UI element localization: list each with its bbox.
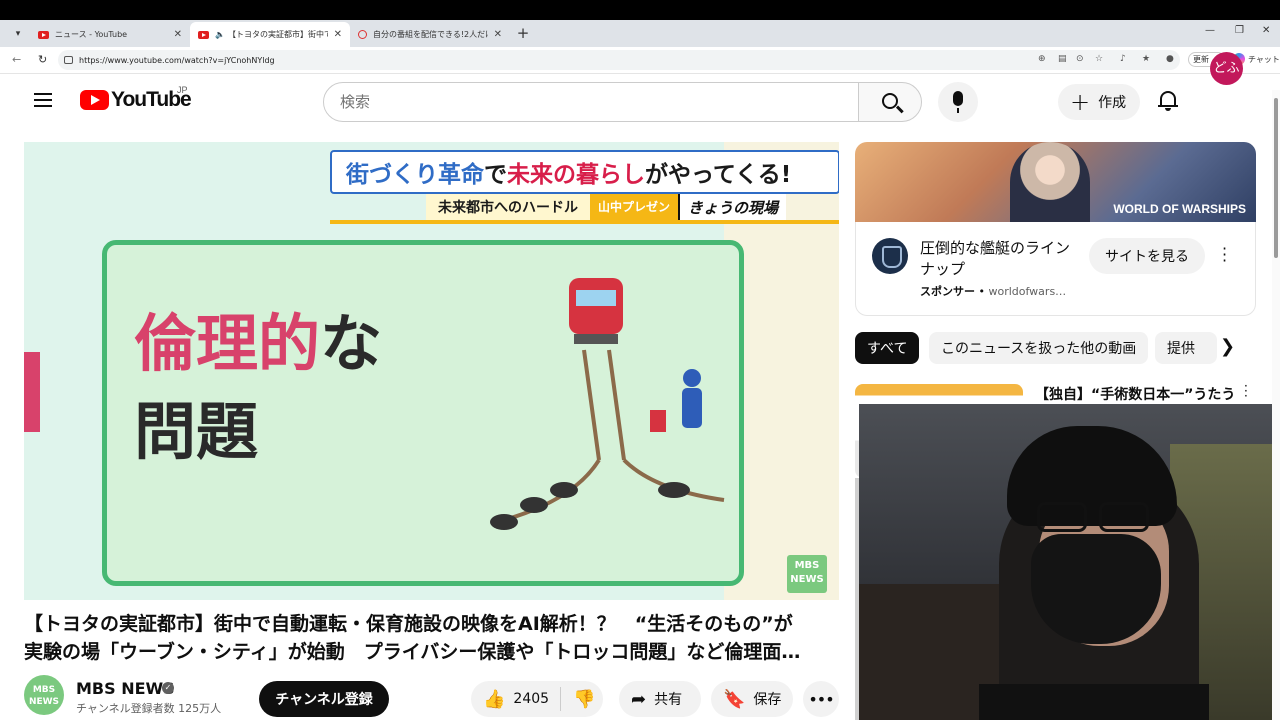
tab-broadcast[interactable]: 自分の番組を配信できる!2人だけでラ ✕ bbox=[350, 22, 510, 47]
like-button[interactable]: 👍 2405 bbox=[471, 687, 561, 711]
channel-avatar[interactable]: MBS NEWS bbox=[24, 675, 64, 715]
tab-strip: ▾ ニュース - YouTube ✕ 🔈 【トヨタの実証都市】街中で自動運 ✕ … bbox=[0, 20, 1280, 47]
ad-logo-icon[interactable] bbox=[872, 238, 908, 274]
trolley-illustration bbox=[490, 278, 725, 530]
favorites-icon[interactable]: ★ bbox=[1142, 54, 1150, 64]
chat-label: チャット bbox=[1248, 54, 1280, 64]
thumbs-down-icon: 👎 bbox=[573, 688, 596, 710]
tab-news[interactable]: ニュース - YouTube ✕ bbox=[30, 22, 190, 47]
translate-icon[interactable]: ⊕ bbox=[1038, 54, 1046, 64]
ad-brand-text: WORLD OF WARSHIPS bbox=[1113, 202, 1246, 216]
site-favicon-icon bbox=[358, 30, 367, 39]
bookmark-icon: 🔖 bbox=[723, 688, 746, 710]
thumbs-up-icon: 👍 bbox=[483, 688, 506, 710]
favorite-star-icon[interactable]: ☆ bbox=[1095, 54, 1103, 64]
new-tab-button[interactable]: + bbox=[514, 24, 532, 42]
tab-title: ニュース - YouTube bbox=[55, 30, 128, 39]
tab-title: 【トヨタの実証都市】街中で自動運 bbox=[227, 30, 328, 39]
scrollbar-thumb[interactable] bbox=[1274, 98, 1278, 258]
plus-icon: + bbox=[516, 24, 530, 42]
tab-list-button[interactable]: ▾ bbox=[7, 25, 29, 43]
avatar[interactable]: どふ bbox=[1210, 52, 1243, 85]
create-label: 作成 bbox=[1098, 95, 1127, 111]
close-icon[interactable]: ✕ bbox=[174, 29, 182, 40]
close-icon[interactable]: ✕ bbox=[334, 29, 342, 40]
like-dislike-group: 👍 2405 👎 bbox=[471, 681, 603, 717]
chevron-right-icon[interactable]: ❯ bbox=[1220, 336, 1235, 357]
more-actions-button[interactable]: ••• bbox=[803, 681, 839, 717]
filter-chips: すべて このニュースを扱った他の動画 提供 bbox=[855, 332, 1256, 364]
subscriber-count: チャンネル登録者数 125万人 bbox=[76, 702, 222, 715]
browser-window: ▾ ニュース - YouTube ✕ 🔈 【トヨタの実証都市】街中で自動運 ✕ … bbox=[0, 20, 1280, 720]
close-icon[interactable]: ✕ bbox=[494, 29, 502, 40]
youtube-play-icon bbox=[80, 90, 109, 110]
page-scrollbar[interactable] bbox=[1272, 90, 1280, 720]
save-label: 保存 bbox=[753, 692, 782, 708]
youtube-logo[interactable]: YouTube JP bbox=[80, 85, 192, 112]
chevron-down-icon: ▾ bbox=[15, 29, 21, 39]
youtube-favicon-icon bbox=[198, 30, 209, 39]
share-button[interactable]: ➦ 共有 bbox=[619, 681, 701, 717]
like-count: 2405 bbox=[513, 691, 550, 707]
recommended-title[interactable]: 【独自】“手術数日本一”うたう bbox=[1035, 384, 1235, 404]
plus-icon: + bbox=[1070, 88, 1091, 116]
share-arrow-icon: ➦ bbox=[631, 688, 647, 710]
lock-icon bbox=[64, 56, 73, 64]
voice-search-button[interactable] bbox=[938, 82, 978, 122]
country-code: JP bbox=[177, 85, 188, 95]
extension-icon[interactable]: ♪ bbox=[1120, 54, 1126, 64]
video-edge-mark bbox=[24, 352, 40, 432]
address-bar-row: ← ↻ https://www.youtube.com/watch?v=jYCn… bbox=[0, 47, 1280, 74]
chip-all[interactable]: すべて bbox=[855, 332, 920, 364]
youtube-favicon-icon bbox=[38, 30, 49, 39]
search-input[interactable] bbox=[323, 82, 859, 122]
chip-related-news[interactable]: このニュースを扱った他の動画 bbox=[929, 332, 1149, 364]
bell-icon[interactable] bbox=[1158, 89, 1178, 111]
more-horizontal-icon: ••• bbox=[808, 689, 834, 709]
video-player[interactable]: 街づくり革命で未来の暮らし がやってくる! 未来都市へのハードル 山中プレゼン き… bbox=[24, 142, 839, 600]
zoom-icon[interactable]: ⊙ bbox=[1076, 54, 1084, 64]
video-board-text: 倫理的な 問題 bbox=[134, 307, 383, 468]
restore-icon[interactable]: ❐ bbox=[1235, 25, 1244, 36]
visit-site-button[interactable]: サイトを見る bbox=[1089, 238, 1205, 274]
menu-icon[interactable] bbox=[34, 93, 52, 107]
speaker-icon[interactable]: 🔈 bbox=[215, 30, 225, 39]
video-banner-subheadline: 未来都市へのハードル 山中プレゼン きょうの現場 bbox=[426, 194, 787, 220]
microphone-icon bbox=[953, 91, 963, 113]
share-label: 共有 bbox=[654, 692, 683, 708]
reload-icon[interactable]: ↻ bbox=[38, 53, 47, 66]
search-icon bbox=[882, 93, 898, 109]
ad-banner-image[interactable]: WORLD OF WARSHIPS bbox=[855, 142, 1256, 222]
more-vertical-icon[interactable]: · · · bbox=[1222, 241, 1227, 269]
more-vertical-icon[interactable]: · · · bbox=[1244, 380, 1248, 402]
dislike-button[interactable]: 👎 bbox=[561, 689, 595, 710]
tab-video[interactable]: 🔈 【トヨタの実証都市】街中で自動運 ✕ bbox=[190, 22, 350, 47]
video-banner-stripe bbox=[330, 220, 839, 224]
youtube-header: YouTube JP + 作成 bbox=[0, 74, 1270, 130]
ad-character-image bbox=[1010, 142, 1090, 222]
minimize-icon[interactable]: — bbox=[1205, 25, 1215, 36]
url-text: https://www.youtube.com/watch?v=jYCnohNY… bbox=[79, 55, 275, 65]
profile-icon[interactable]: ● bbox=[1166, 54, 1174, 64]
close-window-icon[interactable]: ✕ bbox=[1262, 25, 1270, 36]
refresh-label: 更新 bbox=[1193, 55, 1209, 64]
tab-title: 自分の番組を配信できる!2人だけでラ bbox=[373, 30, 488, 39]
verified-icon: ✓ bbox=[162, 682, 174, 694]
back-arrow-icon[interactable]: ← bbox=[12, 53, 21, 66]
search-button[interactable] bbox=[858, 82, 922, 122]
reader-icon[interactable]: ▤ bbox=[1058, 54, 1067, 64]
mbs-news-watermark: MBS NEWS bbox=[787, 555, 827, 593]
url-field[interactable]: https://www.youtube.com/watch?v=jYCnohNY… bbox=[58, 50, 1180, 70]
video-banner-headline: 街づくり革命で未来の暮らし がやってくる! bbox=[330, 150, 839, 194]
ad-title[interactable]: 圧倒的な艦艇のラインナップ bbox=[920, 238, 1080, 280]
webcam-overlay bbox=[859, 404, 1280, 720]
channel-name[interactable]: MBS NEWS bbox=[76, 679, 175, 698]
video-title: 【トヨタの実証都市】街中で自動運転・保育施設の映像をAI解析！？ “生活そのもの… bbox=[24, 613, 801, 663]
ad-card: 圧倒的な艦艇のラインナップ スポンサー • worldofwars… サイトを見… bbox=[855, 222, 1256, 316]
save-button[interactable]: 🔖 保存 bbox=[711, 681, 793, 717]
ad-sponsor-line: スポンサー • worldofwars… bbox=[920, 285, 1067, 298]
create-button[interactable]: + 作成 bbox=[1058, 84, 1140, 120]
subscribe-button[interactable]: チャンネル登録 bbox=[259, 681, 389, 717]
chip-provider[interactable]: 提供 bbox=[1155, 332, 1217, 364]
